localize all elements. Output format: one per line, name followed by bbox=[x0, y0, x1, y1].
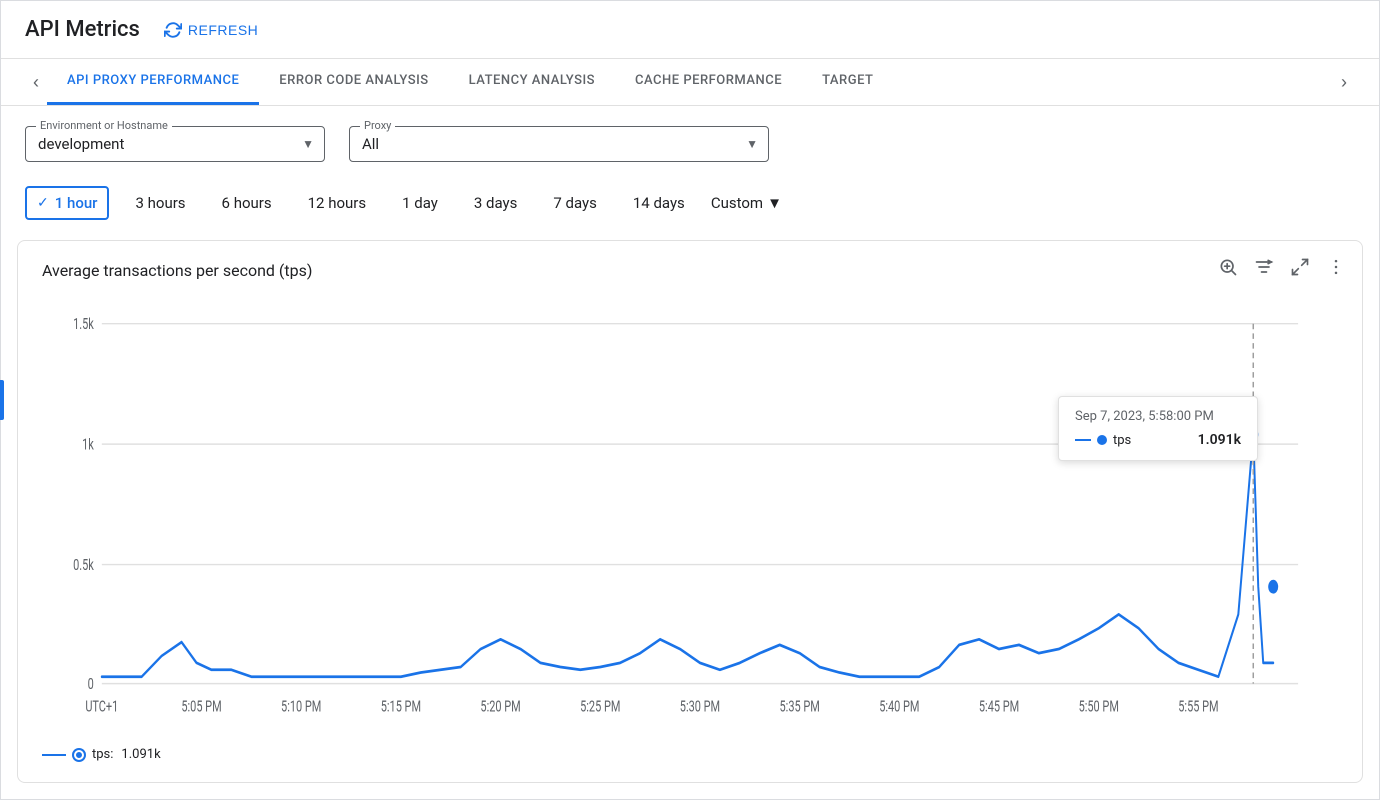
time-12hours-label: 12 hours bbox=[308, 194, 367, 212]
more-vert-icon[interactable] bbox=[1326, 257, 1346, 277]
environment-arrow-icon: ▼ bbox=[302, 137, 314, 151]
tabs-prev-button[interactable]: ‹ bbox=[25, 68, 47, 97]
chart-actions bbox=[1218, 257, 1346, 277]
svg-text:5:30 PM: 5:30 PM bbox=[680, 699, 720, 716]
check-icon: ✓ bbox=[37, 195, 49, 211]
tab-target[interactable]: TARGET bbox=[802, 59, 893, 105]
svg-text:5:20 PM: 5:20 PM bbox=[480, 699, 520, 716]
svg-text:5:35 PM: 5:35 PM bbox=[780, 699, 820, 716]
time-3days-button[interactable]: 3 days bbox=[464, 188, 528, 218]
chart-line bbox=[102, 434, 1273, 676]
tab-error-code-analysis[interactable]: ERROR CODE ANALYSIS bbox=[259, 59, 448, 105]
legend-line-icon bbox=[42, 754, 66, 756]
time-14days-button[interactable]: 14 days bbox=[623, 188, 695, 218]
environment-label: Environment or Hostname bbox=[36, 119, 172, 132]
time-custom-label: Custom bbox=[711, 194, 763, 212]
search-zoom-icon[interactable] bbox=[1218, 257, 1238, 277]
svg-text:5:55 PM: 5:55 PM bbox=[1178, 699, 1218, 716]
legend-value: 1.091k bbox=[121, 747, 160, 762]
time-7days-button[interactable]: 7 days bbox=[543, 188, 607, 218]
time-1day-label: 1 day bbox=[402, 194, 438, 212]
refresh-button[interactable]: REFRESH bbox=[164, 21, 258, 39]
time-3hours-button[interactable]: 3 hours bbox=[125, 188, 195, 218]
tab-latency-analysis[interactable]: LATENCY ANALYSIS bbox=[449, 59, 615, 105]
time-range-section: ✓ 1 hour 3 hours 6 hours 12 hours 1 day … bbox=[1, 182, 1379, 240]
page-title: API Metrics bbox=[25, 17, 140, 42]
refresh-label: REFRESH bbox=[188, 22, 258, 38]
legend-metric: tps: bbox=[92, 747, 113, 762]
chart-area: 1.5k 1k 0.5k 0 UTC+1 5:05 PM 5:10 PM bbox=[42, 296, 1338, 739]
tabs-list: API PROXY PERFORMANCE ERROR CODE ANALYSI… bbox=[47, 59, 1333, 105]
svg-text:5:40 PM: 5:40 PM bbox=[879, 699, 919, 716]
svg-text:UTC+1: UTC+1 bbox=[85, 699, 118, 716]
filter-lines-icon[interactable] bbox=[1254, 257, 1274, 277]
environment-value: development bbox=[38, 135, 148, 153]
time-12hours-button[interactable]: 12 hours bbox=[298, 188, 377, 218]
svg-text:1.5k: 1.5k bbox=[73, 317, 94, 334]
time-3hours-label: 3 hours bbox=[135, 194, 185, 212]
proxy-label: Proxy bbox=[360, 119, 395, 132]
custom-arrow-icon: ▼ bbox=[767, 194, 782, 212]
time-6hours-label: 6 hours bbox=[222, 194, 272, 212]
proxy-select[interactable]: Proxy All ▼ bbox=[349, 126, 769, 162]
environment-select[interactable]: Environment or Hostname development ▼ bbox=[25, 126, 325, 162]
time-1hour-button[interactable]: ✓ 1 hour bbox=[25, 186, 109, 220]
svg-text:0.5k: 0.5k bbox=[73, 557, 94, 574]
time-1hour-label: 1 hour bbox=[55, 194, 98, 212]
tabs-bar: ‹ API PROXY PERFORMANCE ERROR CODE ANALY… bbox=[1, 59, 1379, 106]
chart-title: Average transactions per second (tps) bbox=[42, 261, 1338, 280]
chart-svg: 1.5k 1k 0.5k 0 UTC+1 5:05 PM 5:10 PM bbox=[42, 296, 1338, 739]
svg-text:5:10 PM: 5:10 PM bbox=[281, 699, 321, 716]
svg-text:1k: 1k bbox=[82, 437, 94, 454]
time-7days-label: 7 days bbox=[553, 194, 597, 212]
legend-dot-icon bbox=[74, 750, 84, 760]
tab-cache-performance[interactable]: CACHE PERFORMANCE bbox=[615, 59, 802, 105]
chart-dot-end bbox=[1268, 580, 1278, 594]
proxy-arrow-icon: ▼ bbox=[746, 137, 758, 151]
chart-container: Average transactions per second (tps) bbox=[17, 240, 1363, 783]
svg-text:5:50 PM: 5:50 PM bbox=[1079, 699, 1119, 716]
time-1day-button[interactable]: 1 day bbox=[392, 188, 448, 218]
header: API Metrics REFRESH bbox=[1, 1, 1379, 59]
refresh-icon bbox=[164, 21, 182, 39]
time-3days-label: 3 days bbox=[474, 194, 518, 212]
proxy-value: All bbox=[362, 135, 403, 153]
tabs-next-button[interactable]: › bbox=[1333, 68, 1355, 97]
fullscreen-icon[interactable] bbox=[1290, 257, 1310, 277]
svg-text:0: 0 bbox=[88, 677, 94, 694]
time-6hours-button[interactable]: 6 hours bbox=[212, 188, 282, 218]
svg-text:5:15 PM: 5:15 PM bbox=[381, 699, 421, 716]
svg-text:5:25 PM: 5:25 PM bbox=[580, 699, 620, 716]
tab-api-proxy-performance[interactable]: API PROXY PERFORMANCE bbox=[47, 59, 259, 105]
time-custom-button[interactable]: Custom ▼ bbox=[711, 194, 782, 212]
svg-text:5:45 PM: 5:45 PM bbox=[979, 699, 1019, 716]
filters-section: Environment or Hostname development ▼ Pr… bbox=[1, 106, 1379, 182]
svg-text:5:05 PM: 5:05 PM bbox=[181, 699, 221, 716]
chart-dot-tooltip bbox=[1248, 428, 1258, 442]
chart-legend: tps: 1.091k bbox=[42, 747, 1338, 762]
time-14days-label: 14 days bbox=[633, 194, 685, 212]
